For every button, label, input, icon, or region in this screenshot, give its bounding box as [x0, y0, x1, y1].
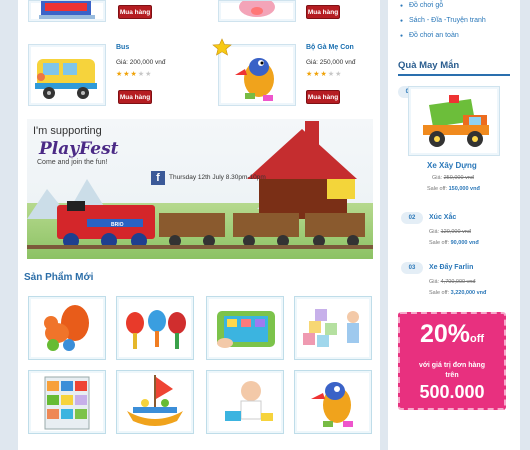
product-price: Giá: 200,000 vnđ [116, 59, 166, 66]
toy-pig-icon [239, 0, 275, 17]
gift-number-badge: 02 [401, 212, 423, 224]
buy-button[interactable]: Mua hàng [306, 90, 340, 104]
product-name[interactable]: Bus [116, 44, 129, 51]
boat-toy-icon [127, 375, 183, 426]
bird-toy-icon [311, 382, 353, 427]
gift-old-price: Giá: 250,000 vnđ [432, 175, 474, 181]
squirrel-toy-icon [44, 305, 89, 351]
product-name[interactable]: Bộ Gà Mẹ Con [306, 44, 354, 51]
star-icon: ★★★ [306, 71, 328, 78]
blocks-toy-icon [303, 309, 359, 347]
gift-number-badge: 03 [401, 262, 423, 274]
gift-name[interactable]: Xe Xây Dựng [427, 161, 477, 170]
banner-date: Thursday 12th July 8.30pm-10pm [169, 174, 266, 181]
product-thumb-top-1[interactable] [28, 0, 106, 22]
toy-bus-icon [35, 59, 97, 99]
star-icon: ★★ [137, 71, 153, 78]
section-title-new-products: Sản Phẩm Mới [24, 272, 94, 283]
star-icon: ★★★ [116, 71, 138, 78]
new-product-thumb[interactable] [116, 296, 194, 360]
new-product-thumb[interactable] [206, 370, 284, 434]
product-thumb-top-2[interactable] [218, 0, 296, 22]
promo-banner[interactable]: 20%off với giá trị đơn hàng trên 500.000 [398, 312, 506, 410]
banner-brand: PlayFest [39, 139, 119, 159]
gift-sale-price: Sale off: 90,000 vnđ [429, 240, 479, 246]
sidebar-link[interactable]: Đồ chơi gỗ [400, 2, 443, 9]
lucky-gift-heading: Quà May Mắn [398, 60, 460, 71]
playfest-banner[interactable]: I'm supporting PlayFest Come and join th… [27, 119, 373, 259]
new-product-thumb[interactable] [294, 296, 372, 360]
tablet-toy-icon [217, 311, 275, 348]
gift-name[interactable]: Xe Đẩy Farlin [429, 264, 473, 271]
facebook-icon[interactable]: f [151, 171, 165, 185]
new-product-thumb[interactable] [294, 370, 372, 434]
sidebar-link[interactable]: Đồ chơi an toàn [400, 32, 459, 39]
gift-old-price: Giá: 4,700,000 vnđ [429, 279, 476, 285]
gift-sale-price: Sale off: 3,220,000 vnđ [429, 290, 487, 296]
buy-button[interactable]: Mua hàng [306, 5, 340, 19]
buy-button[interactable]: Mua hàng [118, 5, 152, 19]
promo-line2: trên [445, 372, 459, 379]
toy-house-icon [39, 1, 95, 19]
star-icon: ★★ [327, 71, 343, 78]
gift-name[interactable]: Xúc Xắc [429, 214, 456, 221]
baby-toy-icon [225, 381, 273, 421]
buy-button[interactable]: Mua hàng [118, 90, 152, 104]
new-product-thumb[interactable] [206, 296, 284, 360]
promo-amount: 500.000 [419, 382, 485, 402]
new-product-thumb[interactable] [28, 370, 106, 434]
shelf-toy-icon [44, 376, 90, 430]
new-product-thumb[interactable] [116, 370, 194, 434]
sidebar-link[interactable]: Sách - Đĩa -Truyện tranh [400, 17, 486, 24]
new-product-thumb[interactable] [28, 296, 106, 360]
promo-line1: với giá trị đơn hàng [419, 362, 485, 369]
product-thumb-bus[interactable] [28, 44, 106, 106]
gift-old-price: Giá: 120,000 vnđ [429, 229, 471, 235]
gift-image[interactable] [408, 86, 500, 156]
maracas-toy-icon [126, 310, 186, 349]
promo-percent: 20% [419, 320, 470, 348]
promo-off: off [470, 333, 485, 345]
new-badge-star-icon [212, 38, 232, 56]
banner-line1: I'm supporting [33, 125, 102, 137]
gift-sale-price: Sale off: 150,000 vnđ [427, 186, 480, 192]
product-price: Giá: 250,000 vnđ [306, 59, 356, 66]
dump-truck-icon [423, 95, 489, 147]
heading-divider [398, 74, 510, 76]
banner-line2: Come and join the fun! [37, 159, 108, 166]
rating-stars: ★★★★★ [306, 70, 342, 78]
rating-stars: ★★★★★ [116, 70, 152, 78]
train-brand-label: BRIO [111, 222, 124, 228]
